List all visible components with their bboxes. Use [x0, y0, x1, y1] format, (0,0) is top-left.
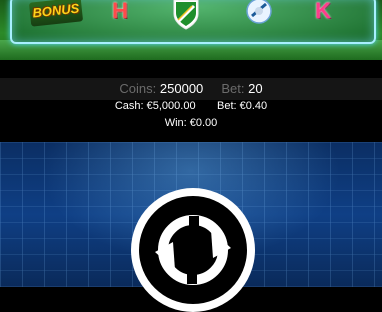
win-value: €0.00 — [189, 117, 218, 129]
spin-button-inner — [139, 196, 247, 304]
shield-icon — [173, 0, 199, 30]
win-label: Win: — [164, 117, 187, 129]
cash-bet-row: Cash: €5,000.00 Bet: €0.40 — [0, 100, 382, 112]
coins-label: Coins: — [119, 81, 157, 96]
info-panel: Coins: 250000 Bet: 20 Cash: €5,000.00 Be… — [0, 60, 382, 142]
coins-bet-row: Coins: 250000 Bet: 20 — [0, 78, 382, 100]
k-symbol: K — [315, 0, 331, 23]
refresh-icon — [155, 215, 231, 285]
bonus-symbol: BONUS — [28, 0, 84, 27]
bet-money-label: Bet: — [216, 100, 237, 112]
ball-icon — [246, 0, 272, 24]
coins-value: 250000 — [159, 81, 204, 96]
spin-button[interactable] — [131, 188, 255, 312]
bet-label: Bet: — [221, 81, 245, 96]
cash-label: Cash: — [114, 100, 144, 112]
win-row: Win: €0.00 — [0, 117, 382, 129]
shield-symbol — [172, 0, 200, 30]
bet-money-value: €0.40 — [239, 100, 268, 112]
h-symbol: H — [112, 0, 128, 23]
reels-area: BONUS H K — [0, 0, 382, 60]
ball-symbol — [244, 0, 274, 26]
bonus-symbol-label: BONUS — [28, 0, 84, 27]
cash-value: €5,000.00 — [146, 100, 196, 112]
bet-value: 20 — [248, 81, 263, 96]
